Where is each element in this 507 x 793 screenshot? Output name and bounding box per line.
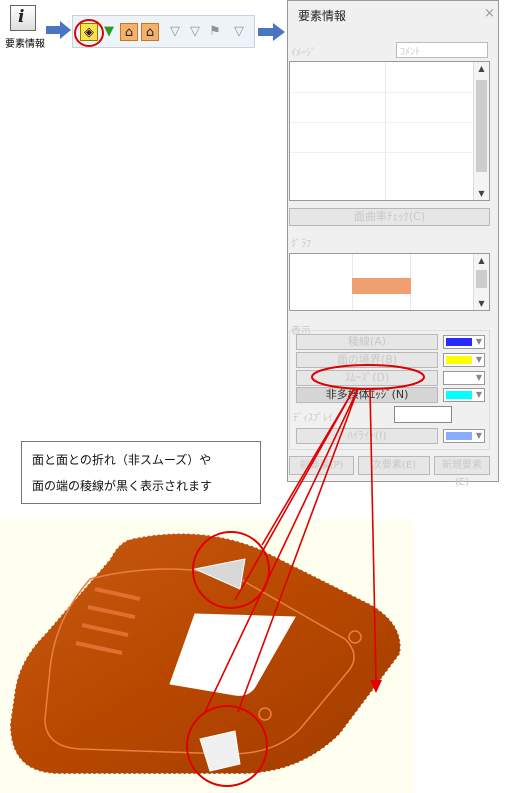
smooth-highlight-ellipse bbox=[311, 364, 425, 390]
annotation-overlay bbox=[186, 364, 425, 787]
detail-circle-top bbox=[192, 531, 270, 609]
arrow-down-icon bbox=[370, 680, 382, 693]
detail-circle-bottom bbox=[186, 705, 268, 787]
